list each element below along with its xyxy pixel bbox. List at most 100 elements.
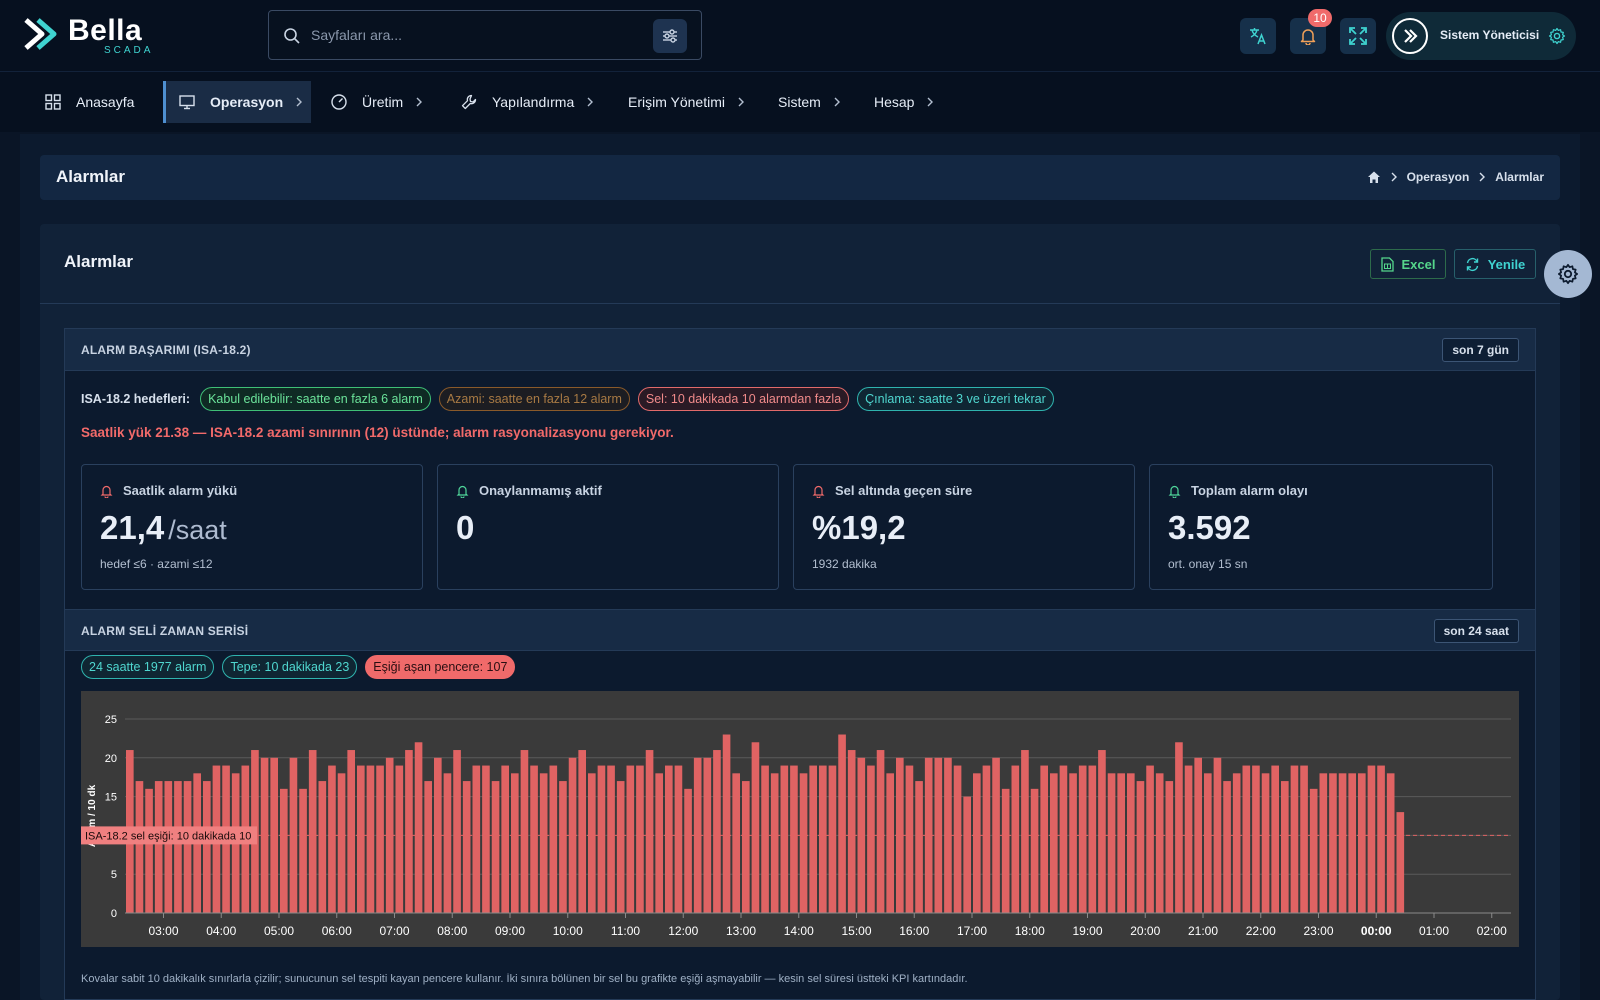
search-input[interactable] [311, 21, 631, 49]
kpi-title: Sel altında geçen süre [835, 483, 973, 498]
summary-tag-peak: Tepe: 10 dakikada 23 [222, 655, 358, 679]
search-box [268, 10, 702, 60]
y-tick-label: 20 [105, 753, 117, 765]
chart-bar [1358, 773, 1366, 913]
chart-bar [472, 765, 481, 913]
nav-item-sistem[interactable]: Sistem [778, 81, 841, 123]
chart-bar [1271, 765, 1279, 913]
breadcrumb-current: Alarmlar [1495, 170, 1544, 184]
floating-settings-button[interactable] [1544, 250, 1592, 298]
range-selector[interactable]: son 7 gün [1442, 338, 1519, 362]
chart-bar [645, 750, 654, 913]
page-header: Alarmlar Operasyon Alarmlar [40, 155, 1560, 200]
wrench-icon [461, 94, 477, 110]
monitor-icon [179, 95, 195, 110]
chart-bar [1175, 742, 1183, 913]
nav-label: Üretim [362, 94, 404, 110]
chart-bar [597, 765, 606, 913]
x-tick-label: 03:00 [148, 924, 178, 938]
chart-bar [616, 781, 625, 913]
x-tick-label: 21:00 [1188, 924, 1218, 938]
page-title: Alarmlar [56, 167, 125, 186]
settings-gear-icon[interactable] [1548, 27, 1566, 45]
chart-bar [742, 781, 750, 913]
kpi-subtitle: ort. onay 15 sn [1168, 557, 1248, 571]
logo-subtitle: SCADA [104, 45, 154, 56]
x-tick-label: 18:00 [1015, 924, 1045, 938]
chart-bar [770, 773, 779, 913]
chart-bar [174, 781, 182, 913]
logo-text: Bella [68, 14, 143, 47]
nav-item-uretim[interactable]: Üretim [330, 81, 423, 123]
nav-item-yapilandirma[interactable]: Yapılandırma [460, 81, 594, 123]
chart-bar [1165, 781, 1174, 913]
x-tick-label: 15:00 [841, 924, 871, 938]
chart-bar [405, 750, 413, 913]
logo-mark-icon [24, 18, 57, 50]
chart-bar [491, 781, 500, 913]
x-tick-label: 06:00 [322, 924, 352, 938]
bell-icon [1300, 29, 1316, 45]
chart-bar [713, 750, 721, 913]
chart-bar [1155, 773, 1164, 913]
refresh-icon [1466, 257, 1478, 271]
chart-footnote: Kovalar sabit 10 dakikalık sınırlarla çi… [81, 973, 968, 985]
chart-bar [318, 781, 327, 913]
chart-bar [357, 765, 365, 913]
flood-chart: 0510152025Alarm / 10 dkISA-18.2 sel eşiğ… [81, 691, 1519, 947]
kpi-title: Onaylanmamış aktif [479, 483, 602, 498]
kpi-subtitle: hedef ≤6 · azami ≤12 [100, 557, 213, 571]
bell-icon [1168, 485, 1181, 498]
home-icon[interactable] [1367, 170, 1381, 184]
flood-section-header: ALARM SELİ ZAMAN SERİSİ son 24 saat [65, 609, 1535, 651]
chart-bar [395, 765, 404, 913]
kpi-value: %19,2 [812, 509, 906, 546]
kpi-value: 0 [456, 509, 475, 546]
kpi-card: Onaylanmamış aktif 0 [437, 464, 779, 590]
nav-item-operasyon[interactable]: Operasyon [163, 81, 311, 123]
gauge-icon [331, 94, 347, 110]
chevron-right-icon [834, 97, 840, 107]
nav-item-anasayfa[interactable]: Anasayfa [44, 81, 144, 123]
bell-icon [456, 485, 469, 498]
chart-bar [308, 750, 317, 913]
nav-item-erisim-yonetimi[interactable]: Erişim Yönetimi [628, 81, 745, 123]
chart-bar [607, 765, 615, 913]
chart-bar [655, 773, 663, 913]
app-logo[interactable]: Bella SCADA [22, 12, 172, 56]
target-tag-flood: Sel: 10 dakikada 10 alarmdan fazla [637, 387, 850, 411]
chart-bar [1348, 773, 1356, 913]
user-menu[interactable]: Sistem Yöneticisi [1386, 12, 1576, 60]
threshold-label: ISA-18.2 sel eşiği: 10 dakikada 10 [85, 830, 251, 842]
bell-icon [100, 485, 113, 498]
nav-item-hesap[interactable]: Hesap [874, 81, 934, 123]
excel-export-button[interactable]: Excel [1370, 249, 1446, 279]
kpi-card: Toplam alarm olayı 3.592 ort. onay 15 sn [1149, 464, 1493, 590]
breadcrumb-item[interactable]: Operasyon [1407, 170, 1470, 184]
language-button[interactable] [1240, 18, 1276, 54]
chevron-right-icon [738, 97, 744, 107]
alarm-performance-panel: ALARM BAŞARIMI (ISA-18.2) son 7 gün ISA-… [64, 328, 1536, 1000]
chart-bar [520, 750, 529, 913]
x-tick-label: 22:00 [1246, 924, 1276, 938]
chart-bar [376, 765, 384, 913]
search-filter-button[interactable] [653, 19, 687, 53]
chevron-right-icon [927, 97, 934, 107]
chart-bar [280, 788, 288, 913]
chart-bar [963, 796, 971, 913]
y-tick-label: 5 [111, 869, 117, 881]
refresh-button[interactable]: Yenile [1454, 249, 1536, 279]
x-tick-label: 19:00 [1072, 924, 1102, 938]
range-selector[interactable]: son 24 saat [1433, 619, 1519, 643]
target-tag-acceptable: Kabul edilebilir: saatte en fazla 6 alar… [200, 387, 431, 411]
chart-bar [1300, 765, 1308, 913]
kpi-value: 21,4 [100, 509, 165, 546]
target-tag-max: Azami: saatte en fazla 12 alarm [438, 387, 630, 411]
fullscreen-button[interactable] [1340, 18, 1376, 54]
excel-label: Excel [1401, 256, 1436, 272]
nav-label: Operasyon [210, 94, 284, 110]
x-tick-label: 20:00 [1130, 924, 1160, 938]
chart-bar [809, 765, 817, 913]
chart-bar [1117, 773, 1125, 913]
isa-targets: ISA-18.2 hedefleri: Kabul edilebilir: sa… [81, 387, 1054, 411]
